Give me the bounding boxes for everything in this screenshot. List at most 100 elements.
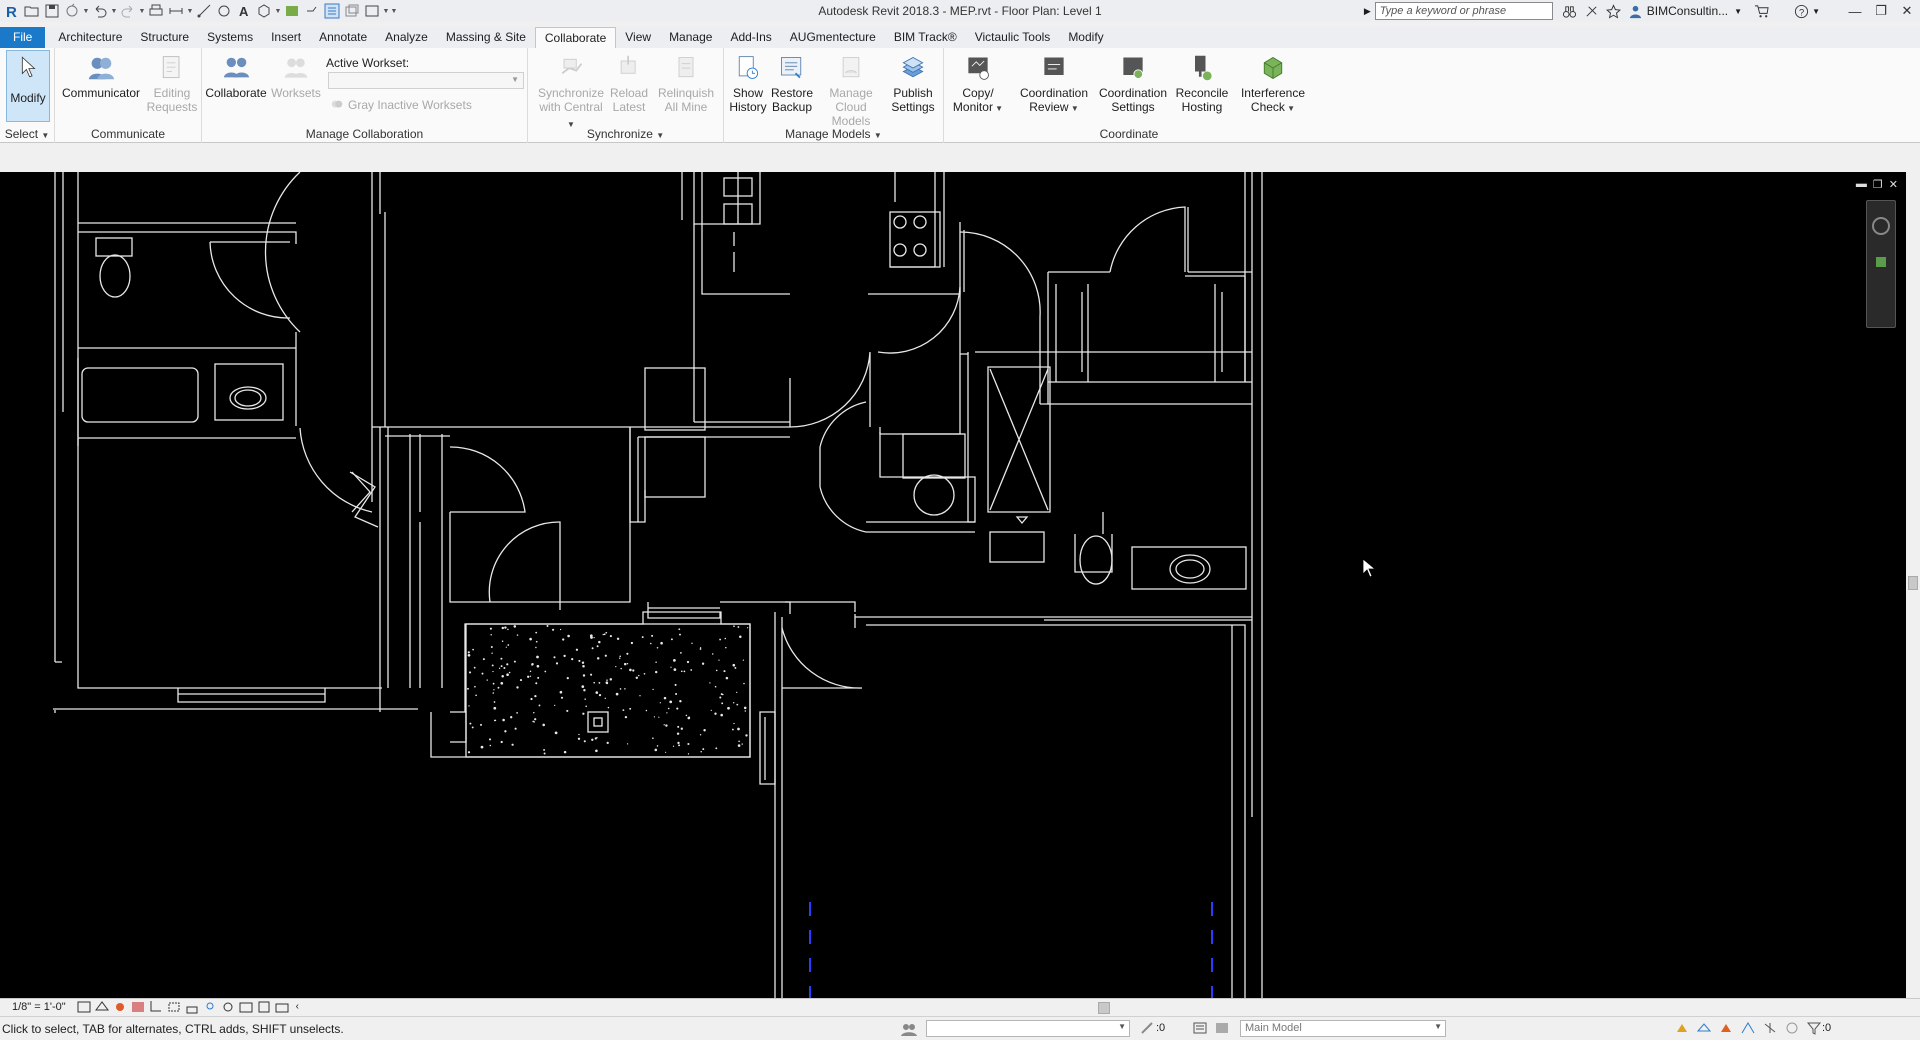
manage-cloud-models-button[interactable]: Manage Cloud Models: [816, 52, 886, 128]
active-workset-status-dropdown[interactable]: ▼: [926, 1020, 1130, 1037]
chevron-down-icon[interactable]: ▼: [110, 8, 118, 15]
temporary-view-properties-icon[interactable]: [238, 1000, 254, 1014]
restore-button[interactable]: ❐: [1868, 3, 1894, 19]
design-option-dropdown[interactable]: Main Model ▼: [1240, 1020, 1446, 1037]
tab-add-ins[interactable]: Add-Ins: [721, 27, 780, 48]
switch-windows-icon[interactable]: [342, 1, 362, 21]
gray-inactive-worksets-button[interactable]: Gray Inactive Worksets: [330, 98, 472, 112]
tab-manage[interactable]: Manage: [660, 27, 721, 48]
print-icon[interactable]: [146, 1, 166, 21]
tab-collaborate[interactable]: Collaborate: [534, 27, 617, 48]
modify-button[interactable]: Modify: [6, 50, 50, 122]
filter-icon[interactable]: [1806, 1021, 1822, 1035]
tab-file[interactable]: File: [0, 27, 46, 48]
floor-plan-drawing[interactable]: [0, 172, 1906, 998]
save-icon[interactable]: [42, 1, 62, 21]
revit-logo-icon[interactable]: R: [2, 1, 22, 21]
collaborate-button[interactable]: Collaborate: [204, 52, 268, 100]
windows-menu-icon[interactable]: [362, 1, 382, 21]
search-input[interactable]: Type a keyword or phrase: [1374, 2, 1553, 20]
interference-check-button[interactable]: Interference Check ▼: [1236, 52, 1310, 116]
chevron-down-icon[interactable]: ▼: [186, 8, 194, 15]
coordination-review-button[interactable]: Coordination Review ▼: [1016, 52, 1092, 116]
crop-view-icon[interactable]: [148, 1000, 164, 1014]
editing-requests-button[interactable]: Editing Requests: [145, 52, 199, 114]
section-icon[interactable]: [282, 1, 302, 21]
tab-insert[interactable]: Insert: [262, 27, 310, 48]
expand-search-icon[interactable]: ▶: [1364, 6, 1371, 17]
tab-victaulic-tools[interactable]: Victaulic Tools: [966, 27, 1060, 48]
communicator-button[interactable]: Communicator: [61, 52, 141, 100]
tab-analyze[interactable]: Analyze: [376, 27, 437, 48]
sun-path-icon[interactable]: [112, 1000, 128, 1014]
worksets-status-icon[interactable]: [900, 1021, 918, 1037]
select-underlay-icon[interactable]: [1696, 1021, 1712, 1035]
vertical-scrollbar[interactable]: [1906, 172, 1920, 998]
view-scale[interactable]: 1/8" = 1'-0": [12, 1001, 66, 1013]
redo-icon[interactable]: [118, 1, 138, 21]
publish-settings-button[interactable]: Publish Settings: [888, 52, 938, 114]
zoom-icon[interactable]: [1876, 257, 1886, 267]
chevron-down-icon[interactable]: ▼: [382, 8, 390, 15]
tab-bim-track[interactable]: BIM Track®: [885, 27, 966, 48]
panel-title-synchronize[interactable]: Synchronize ▼: [528, 127, 723, 141]
coordination-settings-button[interactable]: Coordination Settings: [1096, 52, 1170, 114]
measure-icon[interactable]: [166, 1, 186, 21]
background-process-icon[interactable]: [1784, 1021, 1800, 1035]
minimize-button[interactable]: —: [1842, 4, 1868, 19]
open-icon[interactable]: [22, 1, 42, 21]
steering-wheel-icon[interactable]: [1872, 217, 1890, 235]
customize-qat-icon[interactable]: ▼: [390, 8, 398, 15]
chevron-down-icon[interactable]: ▼: [274, 8, 282, 15]
binoculars-icon[interactable]: [1559, 0, 1581, 22]
user-name[interactable]: BIMConsultin...: [1647, 4, 1728, 18]
tab-structure[interactable]: Structure: [131, 27, 198, 48]
show-crop-icon[interactable]: [166, 1000, 182, 1014]
reconcile-hosting-button[interactable]: Reconcile Hosting: [1172, 52, 1232, 114]
active-workset-dropdown[interactable]: ▼: [328, 72, 524, 89]
drag-elements-icon[interactable]: [1762, 1021, 1778, 1035]
floor-plan-view[interactable]: ▬ ❐ ✕: [0, 172, 1920, 998]
star-icon[interactable]: [1603, 0, 1625, 22]
text-icon[interactable]: A: [234, 1, 254, 21]
unlock-3d-icon[interactable]: [184, 1000, 200, 1014]
close-button[interactable]: ✕: [1894, 3, 1920, 19]
restore-view-icon[interactable]: ❐: [1873, 178, 1883, 191]
shadows-icon[interactable]: [130, 1000, 146, 1014]
close-view-icon[interactable]: ✕: [1889, 178, 1898, 191]
editable-only-icon[interactable]: [1140, 1021, 1154, 1035]
cart-icon[interactable]: [1750, 0, 1772, 22]
detail-level-icon[interactable]: [76, 1000, 92, 1014]
vertical-scroll-thumb[interactable]: [1908, 576, 1918, 590]
analytical-model-icon[interactable]: [256, 1000, 272, 1014]
tab-modify[interactable]: Modify: [1059, 27, 1112, 48]
chevron-left-icon[interactable]: ‹: [296, 1001, 299, 1012]
minimize-view-icon[interactable]: ▬: [1856, 178, 1867, 191]
dimension-icon[interactable]: [194, 1, 214, 21]
relinquish-all-mine-button[interactable]: Relinquish All Mine: [654, 52, 718, 114]
horizontal-scroll-thumb[interactable]: [1098, 1002, 1110, 1014]
panel-title-select[interactable]: Select ▼: [0, 127, 54, 141]
chevron-down-icon[interactable]: ▼: [138, 8, 146, 15]
undo-icon[interactable]: [90, 1, 110, 21]
hidden-elements-icon[interactable]: [274, 1000, 290, 1014]
copy-monitor-button[interactable]: Copy/ Monitor ▼: [950, 52, 1006, 116]
select-links-icon[interactable]: [1674, 1021, 1690, 1035]
reload-latest-button[interactable]: Reload Latest: [608, 52, 650, 114]
exclude-options-icon[interactable]: [1214, 1021, 1230, 1035]
worksets-button[interactable]: Worksets: [270, 52, 322, 100]
chevron-down-icon[interactable]: ▼: [1734, 7, 1742, 16]
user-icon[interactable]: [1625, 0, 1647, 22]
3d-view-icon[interactable]: [254, 1, 274, 21]
tab-systems[interactable]: Systems: [198, 27, 262, 48]
chevron-down-icon[interactable]: ▼: [82, 8, 90, 15]
temporary-hide-icon[interactable]: [202, 1000, 218, 1014]
communication-center-icon[interactable]: [1581, 0, 1603, 22]
restore-backup-button[interactable]: Restore Backup: [770, 52, 814, 114]
reveal-hidden-icon[interactable]: [220, 1000, 236, 1014]
panel-title-manage-models[interactable]: Manage Models ▼: [724, 127, 943, 141]
tab-view[interactable]: View: [616, 27, 660, 48]
chevron-down-icon[interactable]: ▼: [1812, 7, 1820, 16]
select-pinned-icon[interactable]: [1718, 1021, 1734, 1035]
close-windows-icon[interactable]: [322, 1, 342, 21]
